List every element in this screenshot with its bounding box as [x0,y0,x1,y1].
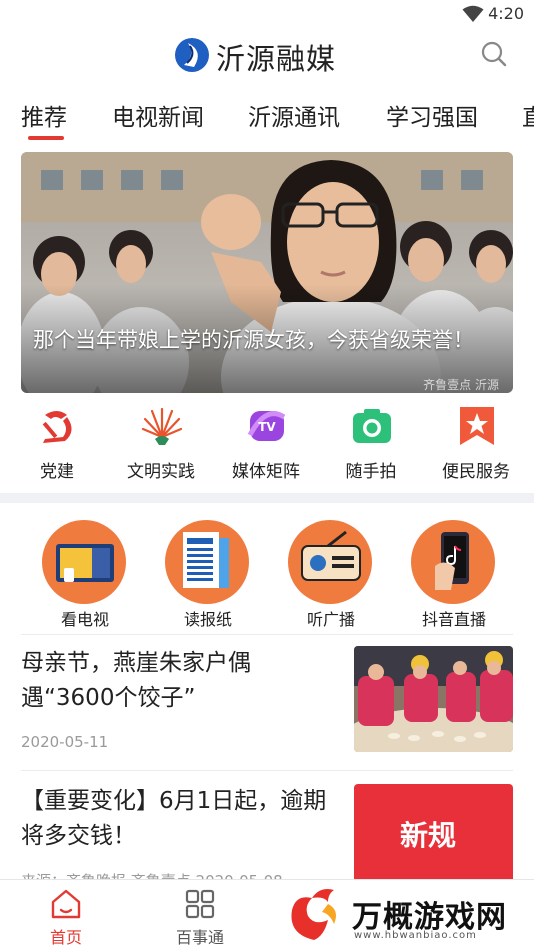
nav-label: 百事通 [175,928,224,947]
quick-link-civilization[interactable]: 文明实践 [111,397,211,491]
civilization-fan-icon [141,407,183,445]
media-link-label: 读报纸 [183,610,232,629]
app-header: 沂源融媒 [0,28,534,84]
watermark-logo-icon [291,889,336,940]
tab-indicator [28,136,64,140]
tv-icon [42,520,126,604]
tab-yiyuan-news[interactable]: 沂源通讯 [248,98,340,132]
wifi-icon [462,5,484,22]
quick-link-service[interactable]: 便民服务 [426,397,526,491]
quick-link-label: 文明实践 [127,462,195,482]
quick-link-label: 党建 [40,462,74,482]
party-emblem-icon [42,411,72,443]
hero-image [21,152,513,393]
hero-watermark: 齐鲁壹点 沂源 [423,378,499,392]
media-link-douyin[interactable]: 抖音直播 [399,518,509,630]
channel-tabs: 推荐 电视新闻 沂源通讯 学习强国 直 [0,92,534,144]
media-link-tv[interactable]: 看电视 [30,518,140,630]
divider-line [21,770,513,771]
tab-recommend[interactable]: 推荐 [21,98,67,132]
media-link-newspaper[interactable]: 读报纸 [153,518,263,630]
hero-caption: 那个当年带娘上学的沂源女孩，今获省级荣誉！ [33,328,474,352]
news-title: 【重要变化】6月1日起，逾期将多交钱！ [21,788,327,849]
media-link-label: 听广播 [306,610,355,629]
hero-banner[interactable]: 那个当年带娘上学的沂源女孩，今获省级荣誉！ 齐鲁壹点 沂源 [21,152,513,393]
quick-link-label: 媒体矩阵 [232,462,300,482]
svg-text:TV: TV [258,420,276,434]
section-divider [0,493,534,503]
media-links: 看电视 读报纸 听广播 抖音直播 [0,518,534,630]
nav-baishitong[interactable]: 百事通 [140,880,260,949]
grid-apps-icon [185,889,215,919]
watermark-brand-url: www.hbwanbiao.com [354,930,477,941]
quick-link-party[interactable]: 党建 [7,397,107,491]
quick-link-snapshot[interactable]: 随手拍 [321,397,421,491]
camera-icon [353,409,391,443]
quick-links: 党建 文明实践 TV 媒体矩阵 随手拍 便民服务 [0,397,534,491]
news-date: 2020-05-11 [21,733,109,751]
tv-matrix-icon: TV [247,411,286,441]
app-title: 沂源融媒 [216,42,337,76]
quick-link-label: 便民服务 [442,462,510,482]
media-link-label: 抖音直播 [421,610,486,629]
news-item[interactable]: 【重要变化】6月1日起，逾期将多交钱！ 来源：齐鲁晚报·齐鲁壹点 2020-05… [21,784,513,894]
media-link-label: 看电视 [60,610,109,629]
nav-home[interactable]: 首页 [6,880,126,949]
search-icon[interactable] [480,40,508,68]
newspaper-icon [165,520,249,604]
tab-xuexi[interactable]: 学习强国 [386,98,478,132]
status-bar: 4:20 [0,0,534,28]
home-icon [51,889,81,919]
news-item[interactable]: 母亲节，燕崖朱家户偶遇“3600个饺子” 2020-05-11 [21,646,513,758]
radio-icon [288,520,372,604]
divider-line [21,634,513,635]
news-thumbnail: 新规 [354,784,513,890]
tab-live[interactable]: 直 [522,98,534,132]
news-title: 母亲节，燕崖朱家户偶遇“3600个饺子” [21,650,251,711]
quick-link-label: 随手拍 [345,462,397,482]
news-thumbnail [354,646,513,752]
app-logo-icon [175,38,209,72]
tab-tv-news[interactable]: 电视新闻 [112,98,204,132]
media-link-radio[interactable]: 听广播 [276,518,386,630]
status-time: 4:20 [488,4,524,23]
douyin-phone-icon [411,520,495,604]
thumbnail-text: 新规 [400,819,457,852]
site-watermark: 万概游戏网 www.hbwanbiao.com [284,884,530,944]
service-star-icon [460,407,494,445]
quick-link-media-matrix[interactable]: TV 媒体矩阵 [216,397,316,491]
nav-label: 首页 [49,928,82,947]
app-screen: 4:20 沂源融媒 推荐 电视新闻 沂源通讯 学习强国 直 那个当年带娘上学的沂… [0,0,534,949]
